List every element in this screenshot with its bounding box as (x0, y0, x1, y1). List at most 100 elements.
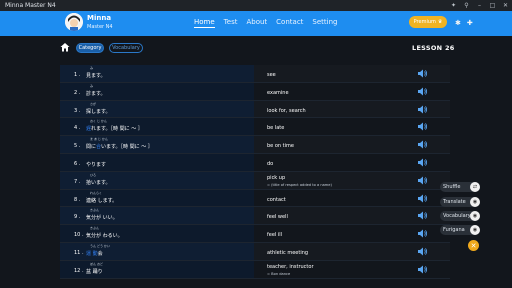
furigana: おく じ かん (90, 119, 107, 124)
brand-name: Minna (87, 14, 112, 22)
english-note: = Bon dance (267, 271, 291, 276)
row-number: 10 . (74, 232, 84, 239)
shuffle-toggle[interactable]: Shuffle ⇄ (440, 182, 480, 192)
english-meaning: feel well (267, 214, 288, 221)
row-number: 1 . (74, 72, 81, 78)
top-nav: Home Test About Contact Setting (194, 18, 337, 28)
home-icon[interactable] (60, 42, 70, 52)
japanese-cell: 6 . やります (60, 153, 254, 171)
japanese-text: 診ます。 (86, 90, 106, 97)
eye-icon: ◉ (470, 211, 480, 221)
table-row: 6 . やります do (60, 153, 450, 172)
crown-icon: ♛ (437, 19, 443, 25)
speaker-icon[interactable] (418, 229, 428, 238)
title-bar: Minna Master N4 ✦ ⚲ – □ ✕ (0, 0, 512, 11)
maximize-icon[interactable]: □ (486, 2, 499, 9)
japanese-cell: 2 . み診ます。 (60, 82, 254, 100)
furigana: み (90, 83, 94, 88)
speaker-icon[interactable] (418, 105, 428, 114)
english-meaning: do (267, 160, 274, 167)
japanese-cell: 3 . さが 探します。 (60, 100, 254, 118)
japanese-cell: 12 . ぼん おど盆 踊り (60, 260, 254, 278)
eye-icon: ◉ (470, 225, 480, 235)
speaker-icon[interactable] (418, 140, 428, 149)
furigana-toggle[interactable]: Furigana ◉ (440, 225, 480, 235)
highlighted-kanji[interactable]: 運 動 (86, 251, 98, 257)
row-number: 12 . (74, 267, 84, 274)
speaker-icon[interactable] (418, 122, 428, 131)
speaker-icon[interactable] (418, 211, 428, 220)
close-icon[interactable]: ✕ (468, 240, 479, 251)
translate-toggle[interactable]: Translate ◉ (440, 197, 480, 207)
english-meaning: pick up (267, 174, 286, 181)
english-meaning: contact (267, 196, 286, 203)
japanese-text: やります (86, 161, 107, 168)
table-row: 1 . み見ます。 see (60, 65, 450, 83)
lesson-title: LESSON 26 (412, 44, 455, 52)
japanese-term: 診ます。 (86, 90, 106, 97)
nav-test[interactable]: Test (224, 18, 238, 28)
speaker-icon[interactable] (418, 87, 428, 96)
japanese-term: 気分が わるい。 (86, 232, 123, 239)
fab-label: Furigana (443, 227, 465, 233)
premium-button[interactable]: Premium ♛ (409, 16, 447, 28)
fab-label: Vocabulary (443, 213, 471, 219)
speaker-icon[interactable] (418, 265, 428, 274)
row-number: 3 . (74, 107, 81, 114)
japanese-text: 盆 踊り (86, 268, 103, 275)
speaker-icon[interactable] (418, 176, 428, 185)
japanese-text: 連絡 します。 (86, 197, 118, 204)
japanese-term: 運 動会 (86, 250, 103, 257)
table-row: 10 . きぶん 気分が わるい。 feel ill (60, 225, 450, 243)
table-row: 8 . れんらく連絡 します。 contact (60, 189, 450, 208)
japanese-cell: 4 . おく じ かん 遅れます。［時 間に ～ ］ (60, 118, 254, 136)
puzzle-icon[interactable]: ✚ (467, 19, 479, 27)
shuffle-icon: ⇄ (470, 182, 480, 192)
japanese-cell: 9 . きぶん 気分が いい。 (60, 207, 254, 225)
furigana: ぼん おど (90, 261, 103, 266)
english-meaning: athletic meeting (267, 249, 309, 256)
japanese-term: 連絡 します。 (86, 197, 117, 204)
furigana: きぶん (90, 208, 100, 213)
nav-home[interactable]: Home (194, 18, 215, 28)
fab-label: Shuffle (443, 184, 461, 190)
japanese-term: やります (86, 161, 106, 168)
nav-about[interactable]: About (246, 18, 267, 28)
pin-icon[interactable]: ⚲ (460, 2, 473, 9)
table-row: 11 . うん どう かい運 動会 athletic meeting (60, 242, 450, 261)
row-number: 8 . (74, 196, 81, 203)
settings-icon[interactable]: ✱ (455, 19, 467, 27)
table-row: 12 . ぼん おど盆 踊り teacher, instructor = Bon da… (60, 260, 450, 279)
english-meaning: feel ill (267, 232, 283, 239)
nav-contact[interactable]: Contact (276, 18, 303, 28)
brand-subtitle: Master N4 (87, 24, 113, 30)
speaker-icon[interactable] (418, 194, 428, 203)
english-note: = (title of respect added to a name) (267, 182, 332, 187)
japanese-cell: 5 . ま あ じ かん 間に合います。［時 間に ～ ］ (60, 136, 254, 153)
row-number: 5 . (74, 143, 81, 150)
category-chip[interactable]: Category (76, 43, 104, 53)
japanese-term: 気分が いい。 (86, 214, 118, 221)
close-icon[interactable]: ✕ (499, 2, 512, 9)
speaker-icon[interactable] (418, 69, 428, 78)
speaker-icon[interactable] (418, 247, 428, 256)
minimize-icon[interactable]: – (473, 2, 486, 9)
puzzle-icon[interactable]: ✦ (447, 2, 460, 9)
table-row: 4 . おく じ かん 遅れます。［時 間に ～ ］ be late (60, 118, 450, 137)
japanese-cell: 8 . れんらく連絡 します。 (60, 189, 254, 207)
row-number: 9 . (74, 214, 81, 221)
furigana: ひろ (90, 172, 97, 177)
nav-setting[interactable]: Setting (312, 18, 337, 28)
vocabulary-toggle[interactable]: Vocabulary ◉ (440, 211, 480, 221)
japanese-cell: 1 . み見ます。 (60, 65, 254, 82)
fab-label: Translate (443, 199, 466, 205)
vocabulary-chip[interactable]: Vocabulary (109, 43, 143, 53)
japanese-text: 気分が わるい。 (86, 233, 123, 240)
english-meaning: examine (267, 89, 289, 96)
speaker-icon[interactable] (418, 158, 428, 167)
table-row: 2 . み診ます。 examine (60, 82, 450, 101)
app-header: Minna Master N4 Home Test About Contact … (0, 11, 512, 36)
furigana: れんらく (90, 190, 103, 195)
japanese-text: 会 (97, 250, 103, 257)
japanese-cell: 11 . うん どう かい運 動会 (60, 242, 254, 260)
